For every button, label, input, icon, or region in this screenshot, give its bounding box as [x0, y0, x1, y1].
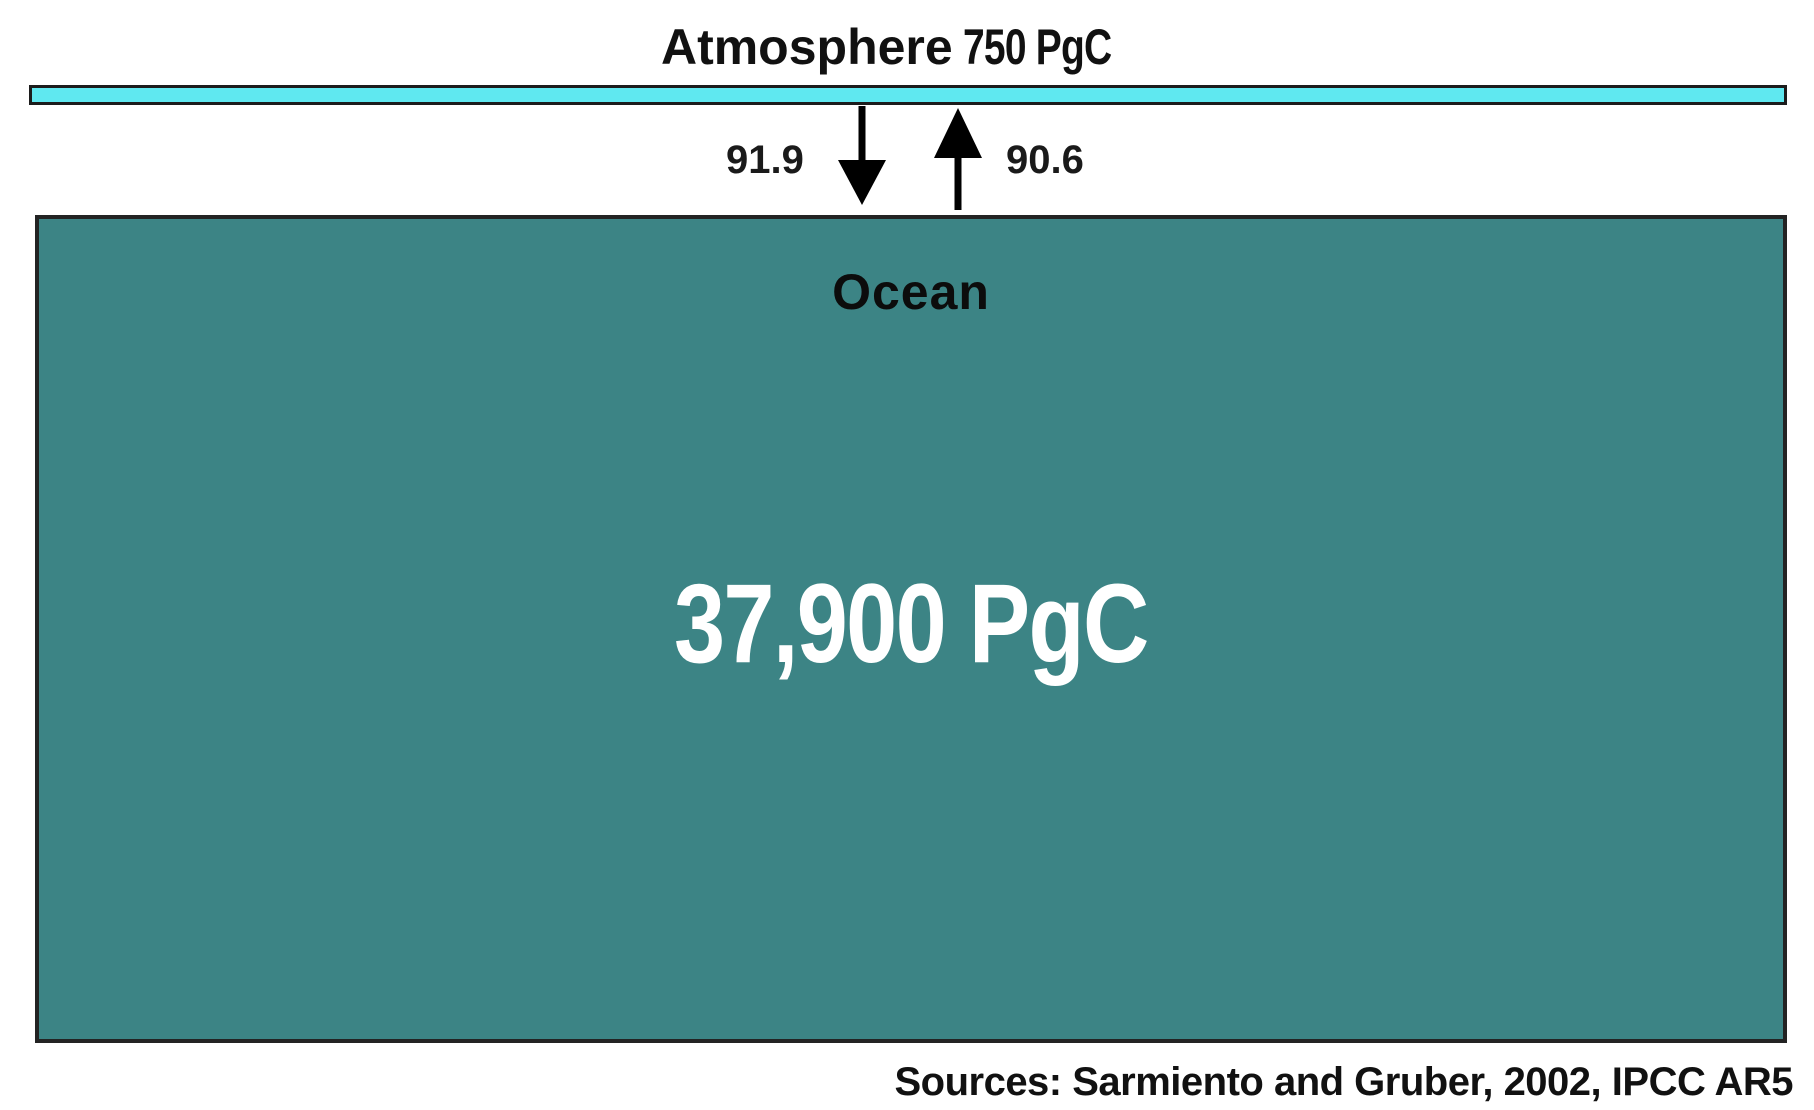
sources-citation: Sources: Sarmiento and Gruber, 2002, IPC… — [894, 1060, 1793, 1104]
flux-down-label: 91.9 — [726, 138, 804, 182]
flux-up-label: 90.6 — [1006, 138, 1084, 182]
ocean-label: Ocean — [832, 264, 990, 320]
ocean-value-text: 37,900 PgC — [674, 561, 1149, 686]
arrow-down-icon — [838, 106, 886, 205]
arrow-up-icon — [934, 108, 982, 210]
ocean-box: Ocean 37,900 PgC — [35, 215, 1787, 1043]
flux-arrows — [838, 106, 982, 210]
ocean-value: 37,900 PgC — [39, 559, 1783, 688]
